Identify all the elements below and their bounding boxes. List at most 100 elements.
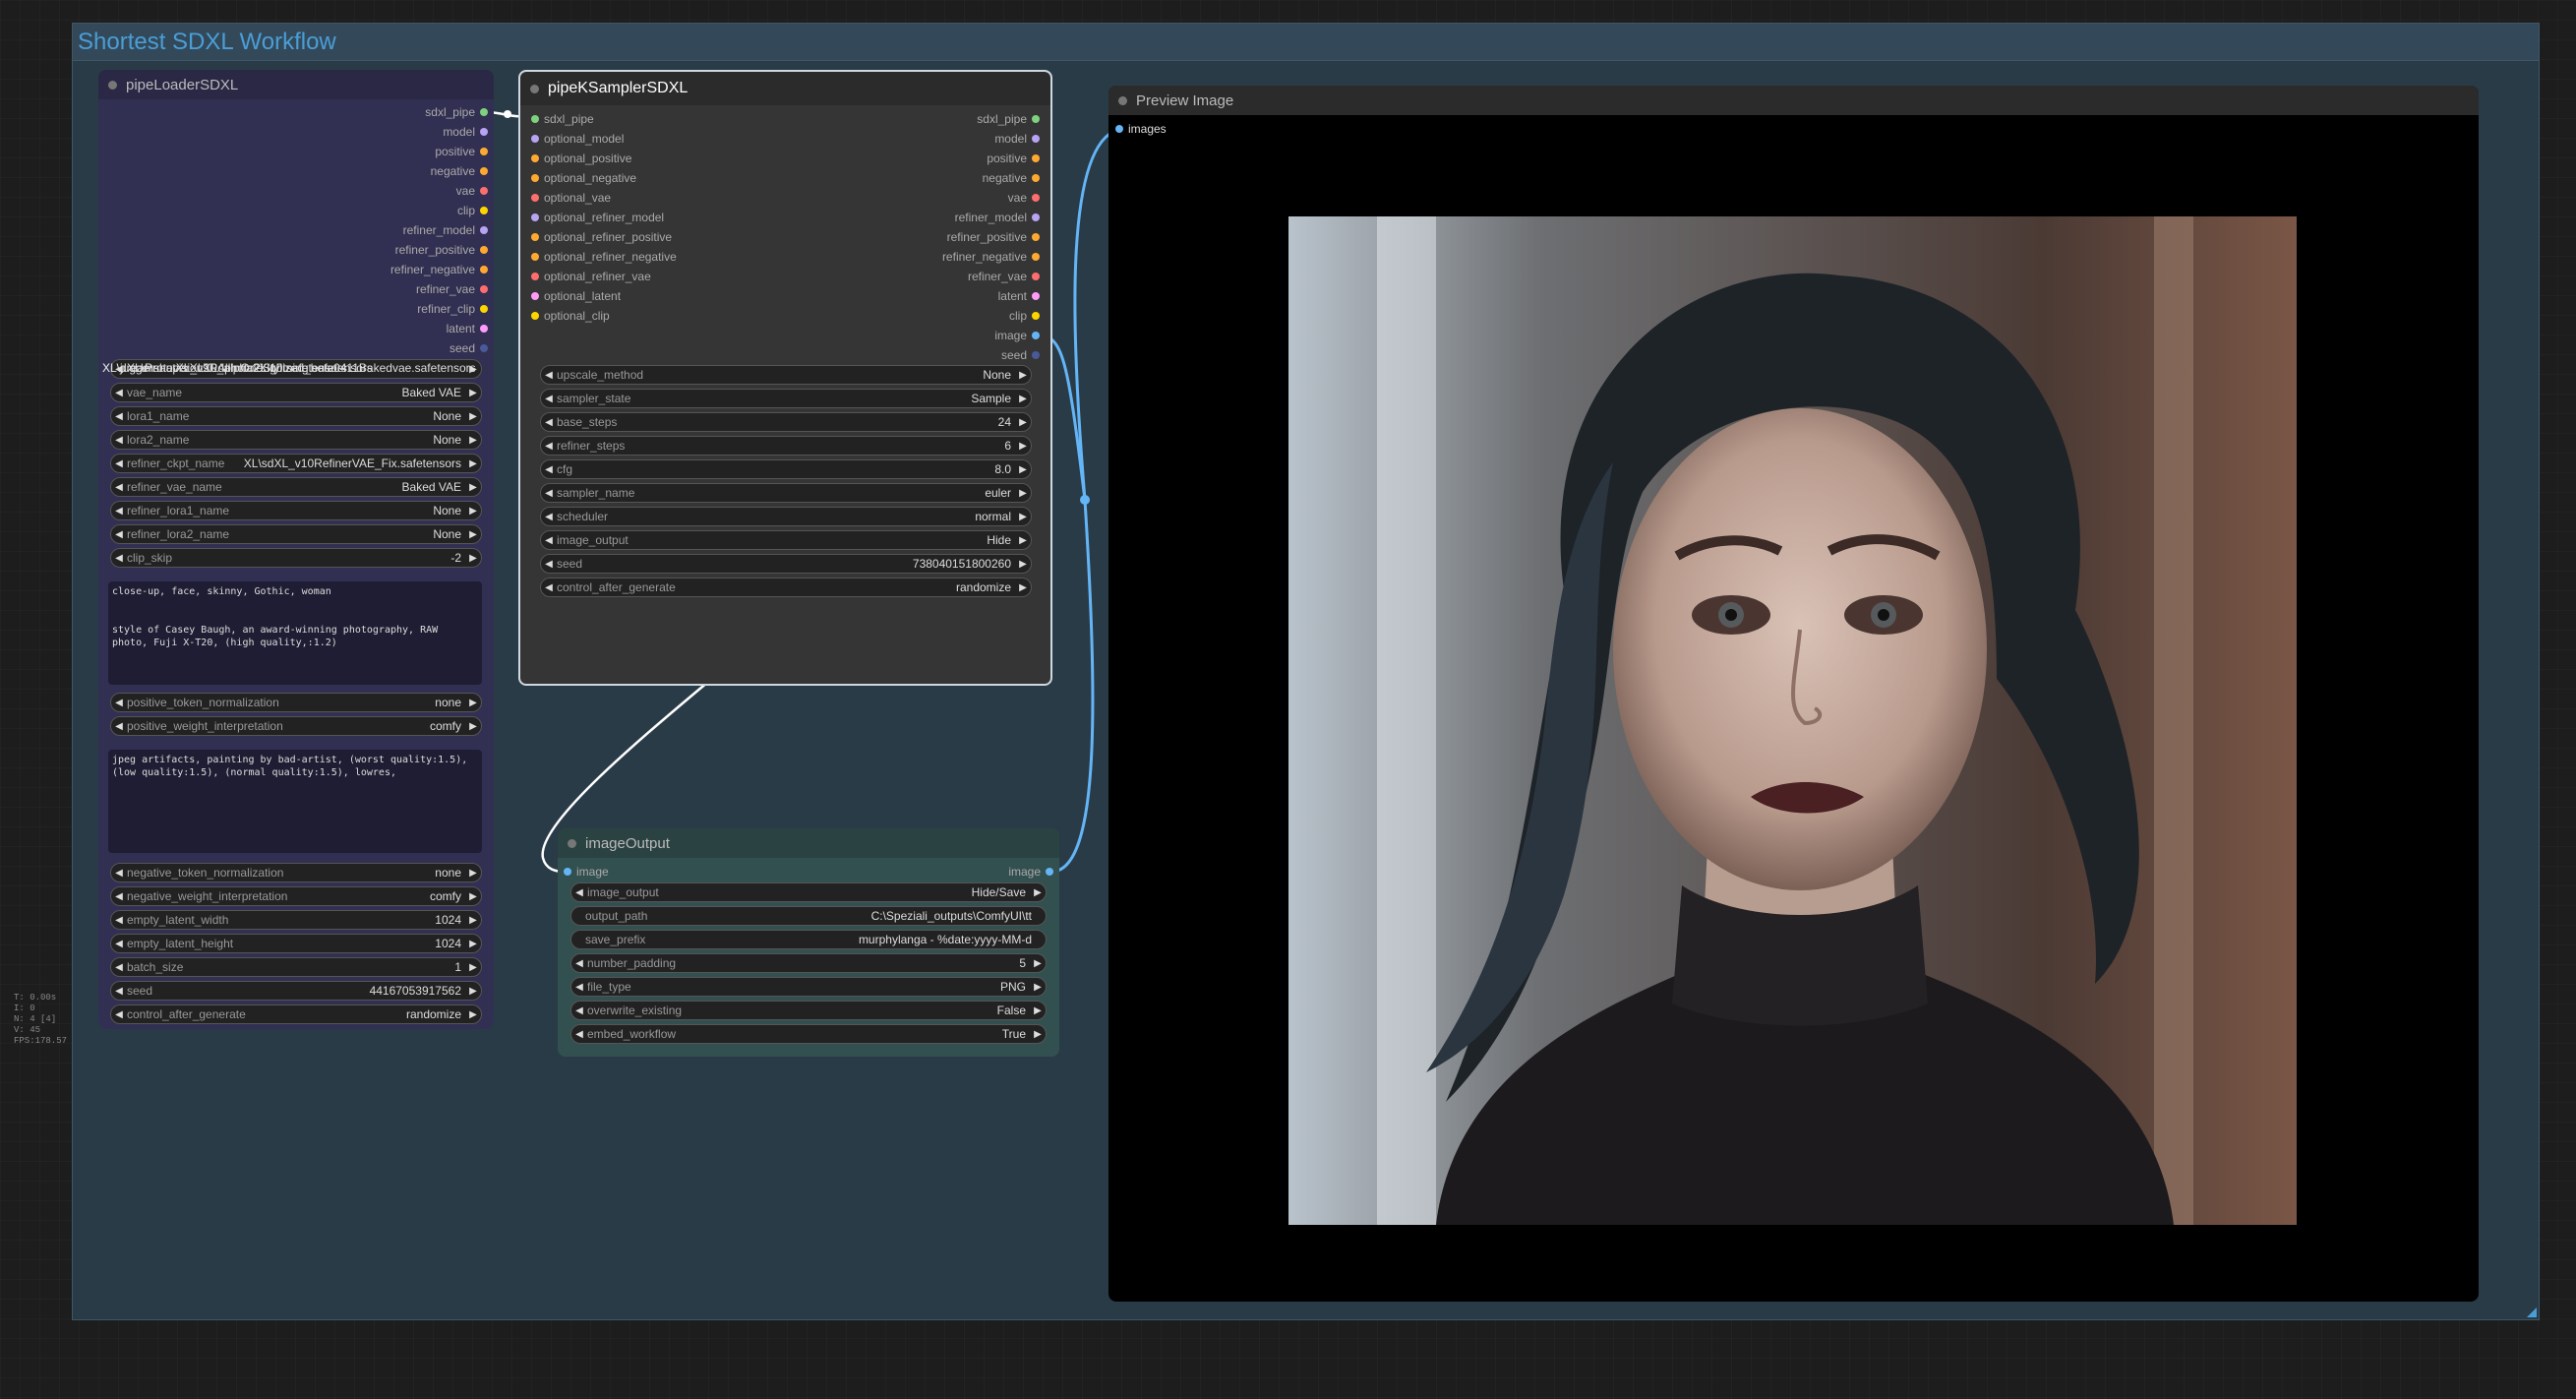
slot-pin-icon[interactable] xyxy=(1032,253,1040,261)
slot-pin-icon[interactable] xyxy=(531,154,539,162)
collapse-dot-icon[interactable] xyxy=(530,85,539,93)
output-slot-image[interactable]: image xyxy=(1008,862,1053,882)
arrow-left-icon[interactable]: ◀ xyxy=(111,721,127,732)
positive-prompt-textarea[interactable]: close-up, face, skinny, Gothic, woman st… xyxy=(108,581,482,685)
group-resize-handle[interactable] xyxy=(2527,1308,2537,1317)
arrow-left-icon[interactable]: ◀ xyxy=(541,370,557,381)
arrow-left-icon[interactable]: ◀ xyxy=(111,553,127,564)
widget-loader-widgets_c-5[interactable]: ◀ seed 441670539175​62 ▶ xyxy=(110,981,482,1001)
widget-sampler-widgets-4[interactable]: ◀ cfg 8.0 ▶ xyxy=(540,459,1032,479)
arrow-left-icon[interactable]: ◀ xyxy=(111,482,127,493)
widget-loader-widgets_c-4[interactable]: ◀ batch_size 1 ▶ xyxy=(110,957,482,977)
arrow-right-icon[interactable]: ▶ xyxy=(465,721,481,732)
output-slot-3[interactable]: negative xyxy=(983,168,1040,188)
slot-pin-icon[interactable] xyxy=(1115,125,1123,133)
output-slot-0[interactable]: sdxl_pipe xyxy=(977,109,1040,129)
arrow-right-icon[interactable]: ▶ xyxy=(465,435,481,446)
slot-pin-icon[interactable] xyxy=(531,273,539,280)
slot-pin-icon[interactable] xyxy=(1032,154,1040,162)
arrow-right-icon[interactable]: ▶ xyxy=(465,986,481,997)
slot-pin-icon[interactable] xyxy=(531,135,539,143)
arrow-right-icon[interactable]: ▶ xyxy=(1015,370,1031,381)
slot-pin-icon[interactable] xyxy=(531,174,539,182)
input-slot-6[interactable]: optional_refiner_positive xyxy=(531,227,672,247)
slot-pin-icon[interactable] xyxy=(480,344,488,352)
widget-sampler-widgets-9[interactable]: ◀ control_after_generate randomize ▶ xyxy=(540,578,1032,597)
input-slot-5[interactable]: optional_refiner_model xyxy=(531,208,664,227)
output-slot-10[interactable]: refiner_clip xyxy=(417,299,488,319)
arrow-left-icon[interactable]: ◀ xyxy=(541,417,557,428)
slot-pin-icon[interactable] xyxy=(1032,292,1040,300)
output-slot-8[interactable]: refiner_negative xyxy=(390,260,488,279)
output-slot-1[interactable]: model xyxy=(443,122,488,142)
arrow-left-icon[interactable]: ◀ xyxy=(541,488,557,499)
arrow-right-icon[interactable]: ▶ xyxy=(1030,1005,1046,1016)
ckpt-name-widget[interactable]: ◀ XL\dreamshaperXL10_alpha2Xl10.safetens… xyxy=(102,359,482,379)
widget-loader-widgets_c-3[interactable]: ◀ empty_latent_height 1024 ▶ xyxy=(110,934,482,953)
arrow-right-icon[interactable]: ▶ xyxy=(1015,535,1031,546)
input-slot-3[interactable]: optional_negative xyxy=(531,168,636,188)
arrow-right-icon[interactable]: ▶ xyxy=(1015,394,1031,404)
arrow-right-icon[interactable]: ▶ xyxy=(465,553,481,564)
arrow-left-icon[interactable]: ◀ xyxy=(541,559,557,570)
widget-sampler-widgets-5[interactable]: ◀ sampler_name euler ▶ xyxy=(540,483,1032,503)
arrow-left-icon[interactable]: ◀ xyxy=(571,958,587,969)
arrow-right-icon[interactable]: ▶ xyxy=(465,482,481,493)
arrow-left-icon[interactable]: ◀ xyxy=(111,962,127,973)
output-slot-5[interactable]: refiner_model xyxy=(955,208,1040,227)
input-slot-0[interactable]: sdxl_pipe xyxy=(531,109,594,129)
arrow-right-icon[interactable]: ▶ xyxy=(1015,512,1031,522)
arrow-left-icon[interactable]: ◀ xyxy=(571,1005,587,1016)
widget-loader-widgets_b-0[interactable]: ◀ positive_token_normalization none ▶ xyxy=(110,693,482,712)
input-slot-8[interactable]: optional_refiner_vae xyxy=(531,267,651,286)
arrow-left-icon[interactable]: ◀ xyxy=(111,388,127,398)
slot-pin-icon[interactable] xyxy=(480,285,488,293)
output-slot-2[interactable]: positive xyxy=(435,142,488,161)
input-slot-1[interactable]: optional_model xyxy=(531,129,624,149)
arrow-right-icon[interactable]: ▶ xyxy=(465,529,481,540)
slot-pin-icon[interactable] xyxy=(531,292,539,300)
output-slot-7[interactable]: refiner_negative xyxy=(942,247,1040,267)
arrow-right-icon[interactable]: ▶ xyxy=(1015,464,1031,475)
node-pipe-ksampler-sdxl[interactable]: pipeKSamplerSDXL sdxl_pipe optional_model… xyxy=(518,70,1052,686)
widget-sampler-widgets-2[interactable]: ◀ base_steps 24 ▶ xyxy=(540,412,1032,432)
arrow-right-icon[interactable]: ▶ xyxy=(465,962,481,973)
arrow-left-icon[interactable]: ◀ xyxy=(111,915,127,926)
output-slot-4[interactable]: vae xyxy=(456,181,488,201)
arrow-left-icon[interactable]: ◀ xyxy=(111,529,127,540)
widget-imgout-widgets-0[interactable]: ◀ image_output Hide/Save ▶ xyxy=(570,882,1047,902)
arrow-left-icon[interactable]: ◀ xyxy=(111,939,127,949)
slot-pin-icon[interactable] xyxy=(480,226,488,234)
node-title-bar[interactable]: pipeLoaderSDXL xyxy=(98,70,494,99)
widget-sampler-widgets-7[interactable]: ◀ image_output Hide ▶ xyxy=(540,530,1032,550)
arrow-right-icon[interactable]: ▶ xyxy=(1030,887,1046,898)
widget-imgout-widgets-6[interactable]: ◀ embed_workflow True ▶ xyxy=(570,1024,1047,1044)
slot-pin-icon[interactable] xyxy=(480,187,488,195)
arrow-left-icon[interactable]: ◀ xyxy=(111,868,127,879)
slot-pin-icon[interactable] xyxy=(480,325,488,333)
arrow-right-icon[interactable]: ▶ xyxy=(465,698,481,708)
slot-pin-icon[interactable] xyxy=(564,868,571,876)
output-slot-6[interactable]: refiner_positive xyxy=(947,227,1040,247)
arrow-left-icon[interactable]: ◀ xyxy=(571,982,587,993)
slot-pin-icon[interactable] xyxy=(1032,351,1040,359)
arrow-right-icon[interactable]: ▶ xyxy=(465,915,481,926)
widget-sampler-widgets-3[interactable]: ◀ refiner_steps 6 ▶ xyxy=(540,436,1032,456)
arrow-right-icon[interactable]: ▶ xyxy=(1015,488,1031,499)
arrow-right-icon[interactable]: ▶ xyxy=(465,411,481,422)
output-slot-3[interactable]: negative xyxy=(431,161,488,181)
slot-pin-icon[interactable] xyxy=(480,128,488,136)
node-pipe-loader-sdxl[interactable]: pipeLoaderSDXL sdxl_pipe model positive neg… xyxy=(98,70,494,1029)
output-slot-9[interactable]: latent xyxy=(998,286,1040,306)
output-slot-7[interactable]: refiner_positive xyxy=(395,240,488,260)
arrow-right-icon[interactable]: ▶ xyxy=(465,939,481,949)
slot-pin-icon[interactable] xyxy=(480,305,488,313)
arrow-right-icon[interactable]: ▶ xyxy=(465,388,481,398)
widget-sampler-widgets-1[interactable]: ◀ sampler_state Sample ▶ xyxy=(540,389,1032,408)
arrow-left-icon[interactable]: ◀ xyxy=(541,441,557,452)
slot-pin-icon[interactable] xyxy=(531,233,539,241)
arrow-left-icon[interactable]: ◀ xyxy=(111,1009,127,1020)
slot-pin-icon[interactable] xyxy=(531,115,539,123)
slot-pin-icon[interactable] xyxy=(480,266,488,274)
widget-loader-widgets_a-6[interactable]: ◀ refiner_lora2_name None ▶ xyxy=(110,524,482,544)
